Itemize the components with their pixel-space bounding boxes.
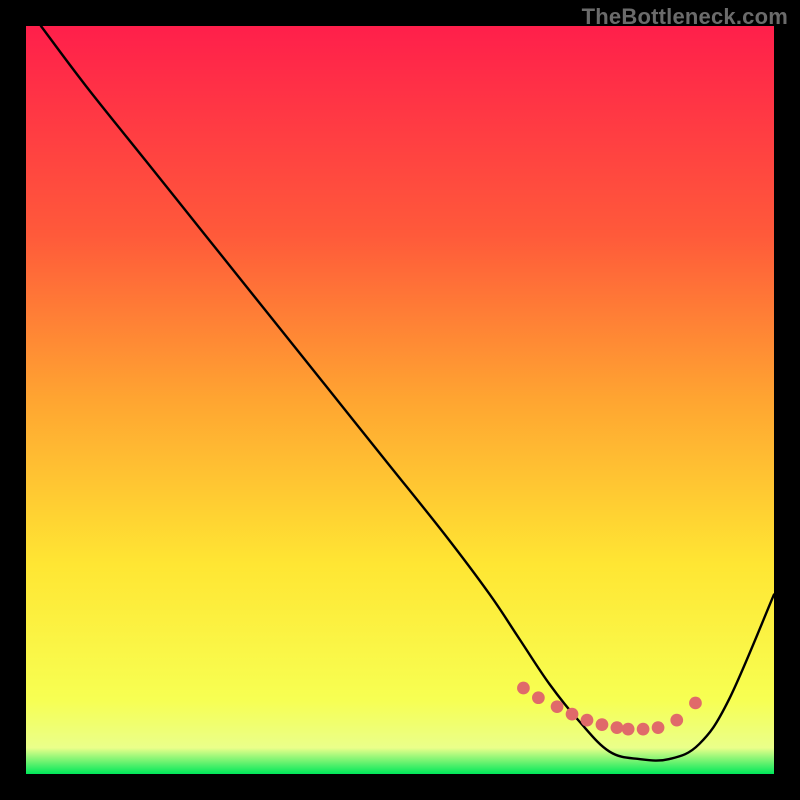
curve-dot xyxy=(551,700,564,713)
curve-dot xyxy=(596,718,609,731)
curve-dot xyxy=(611,721,624,734)
bottleneck-chart xyxy=(26,26,774,774)
curve-dot xyxy=(566,708,579,721)
curve-dot xyxy=(652,721,665,734)
curve-dot xyxy=(622,723,635,736)
curve-dot xyxy=(532,691,545,704)
curve-dot xyxy=(581,714,594,727)
chart-background xyxy=(26,26,774,774)
chart-container: { "watermark": "TheBottleneck.com", "cha… xyxy=(0,0,800,800)
curve-dot xyxy=(637,723,650,736)
curve-dot xyxy=(689,697,702,710)
curve-dot xyxy=(517,682,530,695)
curve-dot xyxy=(670,714,683,727)
